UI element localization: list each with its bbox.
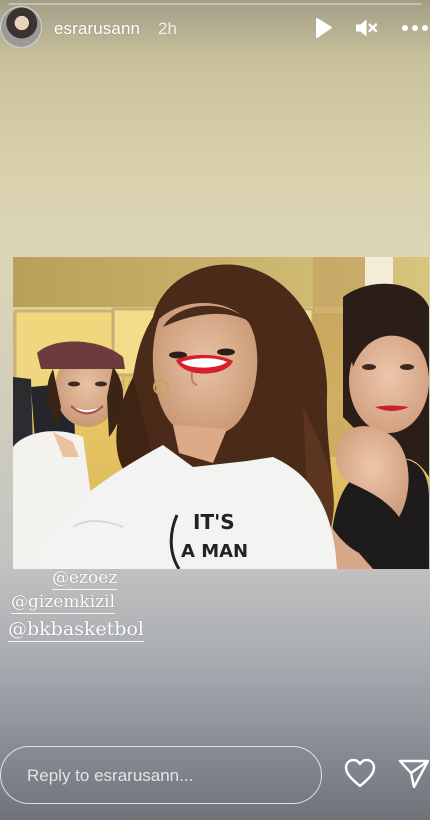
send-icon[interactable] (397, 756, 430, 790)
story-viewer[interactable]: esrarusann 2h IT'S A MAN @ezoez @gizemki… (0, 0, 430, 820)
profile-avatar[interactable] (0, 6, 42, 48)
svg-text:IT'S: IT'S (193, 510, 235, 534)
mention-sticker-bkbasketbol[interactable]: @bkbasketbol (8, 620, 144, 642)
svg-text:A MAN: A MAN (181, 541, 248, 562)
heart-icon[interactable] (343, 757, 377, 789)
reply-bar[interactable] (0, 746, 322, 804)
username[interactable]: esrarusann (54, 19, 140, 39)
story-photo: IT'S A MAN (13, 257, 429, 569)
more-dots-icon[interactable] (401, 16, 429, 40)
muted-speaker-icon[interactable] (354, 16, 378, 40)
story-header: esrarusann 2h (0, 0, 430, 56)
play-icon[interactable] (311, 16, 335, 40)
mention-sticker-gizemkizil[interactable]: @gizemkizil (11, 594, 116, 614)
mention-sticker-ezoez[interactable]: @ezoez (52, 570, 118, 590)
reply-input[interactable] (27, 766, 307, 786)
post-timestamp: 2h (158, 19, 177, 38)
